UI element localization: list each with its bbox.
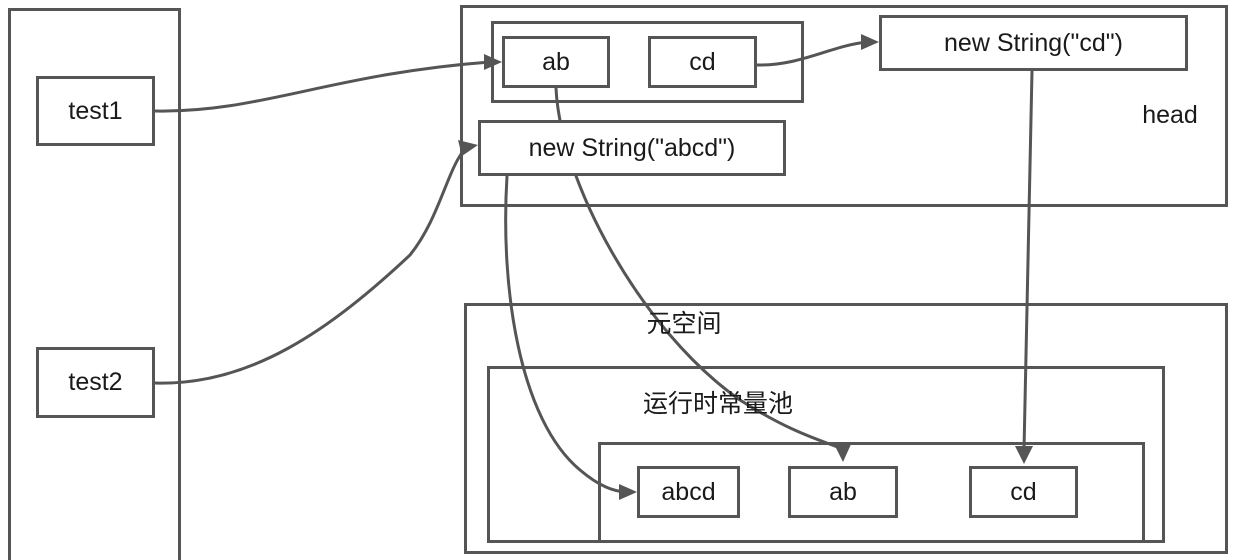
heap-node-ab-label: ab <box>542 47 570 76</box>
edge-test2-to-new-string-abcd <box>153 140 478 385</box>
edge-heap-cd-to-new-string-cd <box>755 34 879 67</box>
stack-variable-test2-label: test2 <box>68 368 123 396</box>
heap-node-cd-label: cd <box>689 47 716 76</box>
arrowhead-icon <box>619 484 637 500</box>
metaspace-region-label: 元空间 <box>646 310 722 338</box>
pool-entry-abcd-label: abcd <box>661 477 716 506</box>
edge-new-string-cd-to-pool-cd <box>1015 69 1034 464</box>
heap-node-new-string-abcd: new String("abcd") <box>478 120 786 176</box>
edge-test1-to-heap-ab <box>153 54 502 113</box>
stack-variable-test2: test2 <box>36 347 155 418</box>
stack-variable-test1-label: test1 <box>68 96 123 125</box>
edge-new-string-abcd-to-pool-abcd <box>504 174 637 500</box>
heap-node-ab: ab <box>502 36 610 88</box>
pool-entry-ab-label: ab <box>829 477 857 506</box>
arrowhead-icon <box>1015 446 1033 464</box>
heap-node-cd: cd <box>648 36 757 88</box>
arrowhead-icon <box>484 54 502 70</box>
heap-node-new-string-abcd-label: new String("abcd") <box>528 133 736 162</box>
arrowhead-icon <box>861 34 879 50</box>
constant-pool-region-label: 运行时常量池 <box>642 390 793 418</box>
pool-entry-abcd: abcd <box>637 466 740 518</box>
stack-variable-test1: test1 <box>36 76 155 146</box>
pool-entry-cd-label: cd <box>1010 477 1037 506</box>
arrowhead-icon <box>834 442 852 462</box>
pool-entry-ab: ab <box>788 466 898 518</box>
heap-node-new-string-cd-label: new String("cd") <box>944 28 1123 57</box>
diagram-canvas: test1 test2 head ab cd new String("abcd"… <box>0 0 1238 560</box>
pool-entry-cd: cd <box>969 466 1078 518</box>
heap-region-label: head <box>1142 101 1198 129</box>
heap-node-new-string-cd: new String("cd") <box>879 15 1188 71</box>
